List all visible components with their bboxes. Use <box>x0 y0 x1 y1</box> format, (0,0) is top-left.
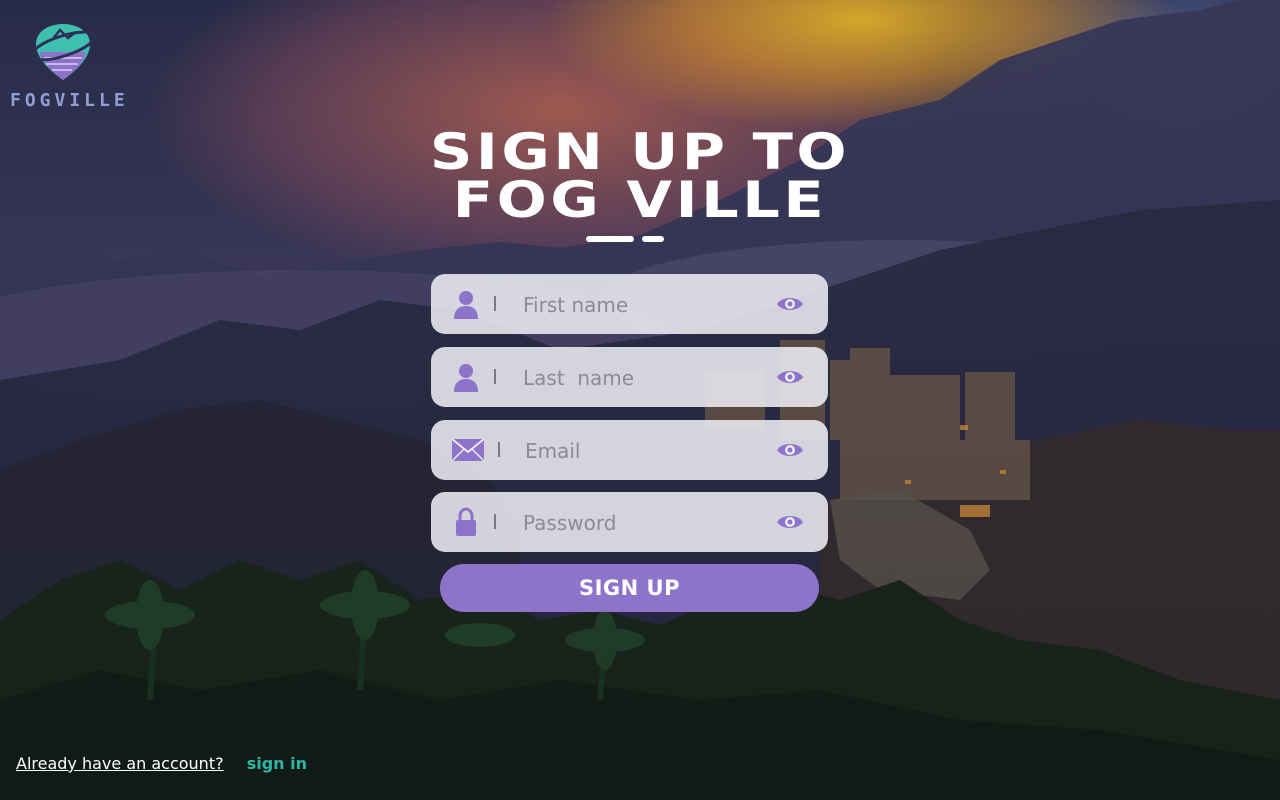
eye-icon[interactable] <box>776 513 804 531</box>
field-separator <box>494 514 496 529</box>
last-name-field <box>431 347 828 407</box>
user-icon <box>454 364 478 392</box>
brand-name: FOGVILLE <box>10 90 129 111</box>
already-have-account-link[interactable]: Already have an account? <box>16 754 224 773</box>
page-title-line1: SIGN UP TO <box>429 123 851 181</box>
field-separator <box>494 296 496 311</box>
page-title: SIGN UP TO FOG VILLE <box>0 123 1280 229</box>
first-name-field <box>431 274 828 334</box>
email-input[interactable] <box>523 430 757 472</box>
title-underline-dash-short <box>642 236 664 242</box>
page-title-line2: FOG VILLE <box>452 171 828 229</box>
sign-in-prompt: Already have an account? sign in <box>16 754 307 773</box>
user-icon <box>454 291 478 319</box>
last-name-input[interactable] <box>521 357 755 399</box>
envelope-icon <box>451 438 485 462</box>
password-input[interactable] <box>521 502 755 544</box>
eye-icon[interactable] <box>776 295 804 313</box>
sign-in-link[interactable]: sign in <box>247 754 307 773</box>
field-separator <box>494 369 496 384</box>
fogville-emblem-icon <box>29 24 97 80</box>
email-field <box>431 420 828 480</box>
password-field <box>431 492 828 552</box>
brand-logo[interactable]: FOGVILLE <box>10 22 129 111</box>
eye-icon[interactable] <box>776 441 804 459</box>
lock-icon <box>456 507 476 536</box>
first-name-input[interactable] <box>521 284 755 326</box>
sign-up-button[interactable]: SIGN UP <box>440 564 819 612</box>
title-underline-dash <box>586 236 634 242</box>
field-separator <box>498 442 500 457</box>
eye-icon[interactable] <box>776 368 804 386</box>
